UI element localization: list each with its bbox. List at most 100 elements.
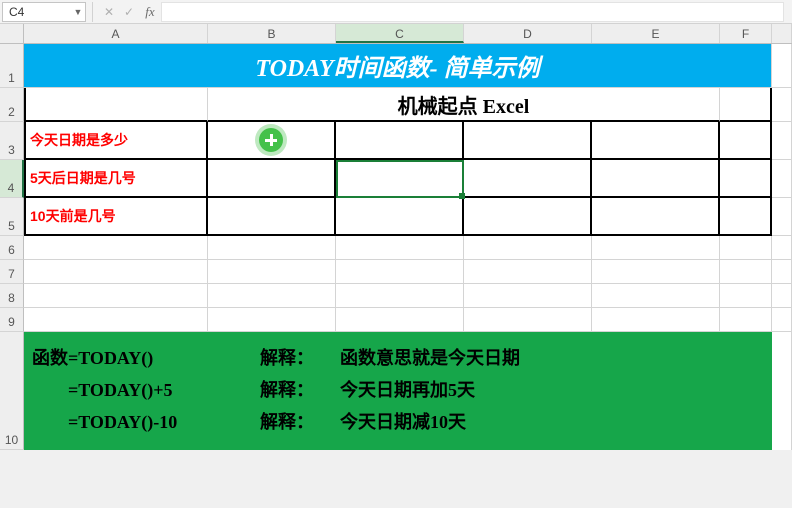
footer-line-2: =TODAY()+5 解释： 今天日期再加5天 (32, 374, 764, 406)
col-header-a[interactable]: A (24, 24, 208, 43)
cell-d8[interactable] (464, 284, 592, 308)
cell-tail[interactable] (772, 88, 792, 122)
cell-e8[interactable] (592, 284, 720, 308)
cell-b8[interactable] (208, 284, 336, 308)
q3-text: 10天前是几号 (26, 206, 116, 226)
cell-subtitle[interactable]: 机械起点 Excel (208, 88, 720, 122)
row-header-1[interactable]: 1 (0, 44, 24, 88)
cell-tail[interactable] (772, 332, 792, 450)
cells-area: TODAY时间函数- 简单示例 机械起点 Excel 今天日期是多少 (24, 44, 792, 450)
cell-e4[interactable] (592, 160, 720, 198)
cell-tail[interactable] (772, 122, 792, 160)
row-header-7[interactable]: 7 (0, 260, 24, 284)
plus-icon[interactable] (259, 128, 283, 152)
row-header-6[interactable]: 6 (0, 236, 24, 260)
spreadsheet-grid: A B C D E F 1 2 3 4 5 6 7 8 9 10 TODAY时间… (0, 24, 792, 450)
cell-tail[interactable] (772, 284, 792, 308)
cell-f4[interactable] (720, 160, 772, 198)
title-text: TODAY时间函数- 简单示例 (255, 48, 539, 83)
col-header-f[interactable]: F (720, 24, 772, 43)
cell-d6[interactable] (464, 236, 592, 260)
cell-a8[interactable] (24, 284, 208, 308)
row-header-5[interactable]: 5 (0, 198, 24, 236)
row-header-4[interactable]: 4 (0, 160, 24, 198)
cell-tail[interactable] (772, 260, 792, 284)
cell-d9[interactable] (464, 308, 592, 332)
cell-b7[interactable] (208, 260, 336, 284)
cell-f2[interactable] (720, 88, 772, 122)
cell-a5[interactable]: 10天前是几号 (24, 198, 208, 236)
row-header-8[interactable]: 8 (0, 284, 24, 308)
cell-tail[interactable] (772, 44, 792, 88)
row-header-2[interactable]: 2 (0, 88, 24, 122)
enter-icon[interactable]: ✓ (119, 2, 139, 22)
cell-b3[interactable] (208, 122, 336, 160)
footer-label-1: 解释： (260, 342, 340, 374)
cell-e7[interactable] (592, 260, 720, 284)
formula-bar: C4 ▼ ✕ ✓ fx (0, 0, 792, 24)
cell-d5[interactable] (464, 198, 592, 236)
row-header-10[interactable]: 10 (0, 332, 24, 450)
cell-a4[interactable]: 5天后日期是几号 (24, 160, 208, 198)
cell-f3[interactable] (720, 122, 772, 160)
cell-a9[interactable] (24, 308, 208, 332)
footer-label-2: 解释： (260, 374, 340, 406)
footer-desc-1: 函数意思就是今天日期 (340, 342, 520, 374)
name-box-value: C4 (3, 5, 71, 19)
cell-footer[interactable]: 函数=TODAY() 解释： 函数意思就是今天日期 =TODAY()+5 解释：… (24, 332, 772, 450)
q2-text: 5天后日期是几号 (26, 168, 136, 188)
cell-a6[interactable] (24, 236, 208, 260)
cell-a7[interactable] (24, 260, 208, 284)
cell-c3[interactable] (336, 122, 464, 160)
cell-title[interactable]: TODAY时间函数- 简单示例 (24, 44, 772, 88)
chevron-down-icon[interactable]: ▼ (71, 7, 85, 17)
cell-e3[interactable] (592, 122, 720, 160)
col-header-e[interactable]: E (592, 24, 720, 43)
cell-c6[interactable] (336, 236, 464, 260)
cell-f8[interactable] (720, 284, 772, 308)
cell-tail[interactable] (772, 308, 792, 332)
cell-tail[interactable] (772, 198, 792, 236)
cell-a2[interactable] (24, 88, 208, 122)
cell-b9[interactable] (208, 308, 336, 332)
col-header-c[interactable]: C (336, 24, 464, 43)
col-header-b[interactable]: B (208, 24, 336, 43)
select-all-corner[interactable] (0, 24, 24, 43)
cell-c5[interactable] (336, 198, 464, 236)
name-box[interactable]: C4 ▼ (2, 2, 86, 22)
cell-c8[interactable] (336, 284, 464, 308)
cell-e5[interactable] (592, 198, 720, 236)
cell-d4[interactable] (464, 160, 592, 198)
cell-d7[interactable] (464, 260, 592, 284)
cell-c7[interactable] (336, 260, 464, 284)
subtitle-text: 机械起点 Excel (398, 90, 530, 119)
row-header-3[interactable]: 3 (0, 122, 24, 160)
cell-d3[interactable] (464, 122, 592, 160)
footer-formula-1: 函数=TODAY() (32, 342, 260, 374)
cancel-icon[interactable]: ✕ (99, 2, 119, 22)
cell-c4[interactable] (336, 160, 464, 198)
cell-b4[interactable] (208, 160, 336, 198)
footer-line-1: 函数=TODAY() 解释： 函数意思就是今天日期 (32, 342, 764, 374)
cell-f7[interactable] (720, 260, 772, 284)
footer-formula-2: =TODAY()+5 (32, 374, 260, 406)
cell-e9[interactable] (592, 308, 720, 332)
row-header-9[interactable]: 9 (0, 308, 24, 332)
cell-tail[interactable] (772, 160, 792, 198)
fx-icon[interactable]: fx (139, 4, 161, 20)
col-header-d[interactable]: D (464, 24, 592, 43)
footer-formula-3: =TODAY()-10 (32, 406, 260, 438)
cell-f6[interactable] (720, 236, 772, 260)
cell-b6[interactable] (208, 236, 336, 260)
cell-b5[interactable] (208, 198, 336, 236)
cell-f9[interactable] (720, 308, 772, 332)
cell-tail[interactable] (772, 236, 792, 260)
column-headers: A B C D E F (0, 24, 792, 44)
cell-e6[interactable] (592, 236, 720, 260)
footer-desc-2: 今天日期再加5天 (340, 374, 475, 406)
formula-input[interactable] (161, 2, 784, 22)
cell-a3[interactable]: 今天日期是多少 (24, 122, 208, 160)
cell-c9[interactable] (336, 308, 464, 332)
cell-f5[interactable] (720, 198, 772, 236)
row-headers: 1 2 3 4 5 6 7 8 9 10 (0, 44, 24, 450)
